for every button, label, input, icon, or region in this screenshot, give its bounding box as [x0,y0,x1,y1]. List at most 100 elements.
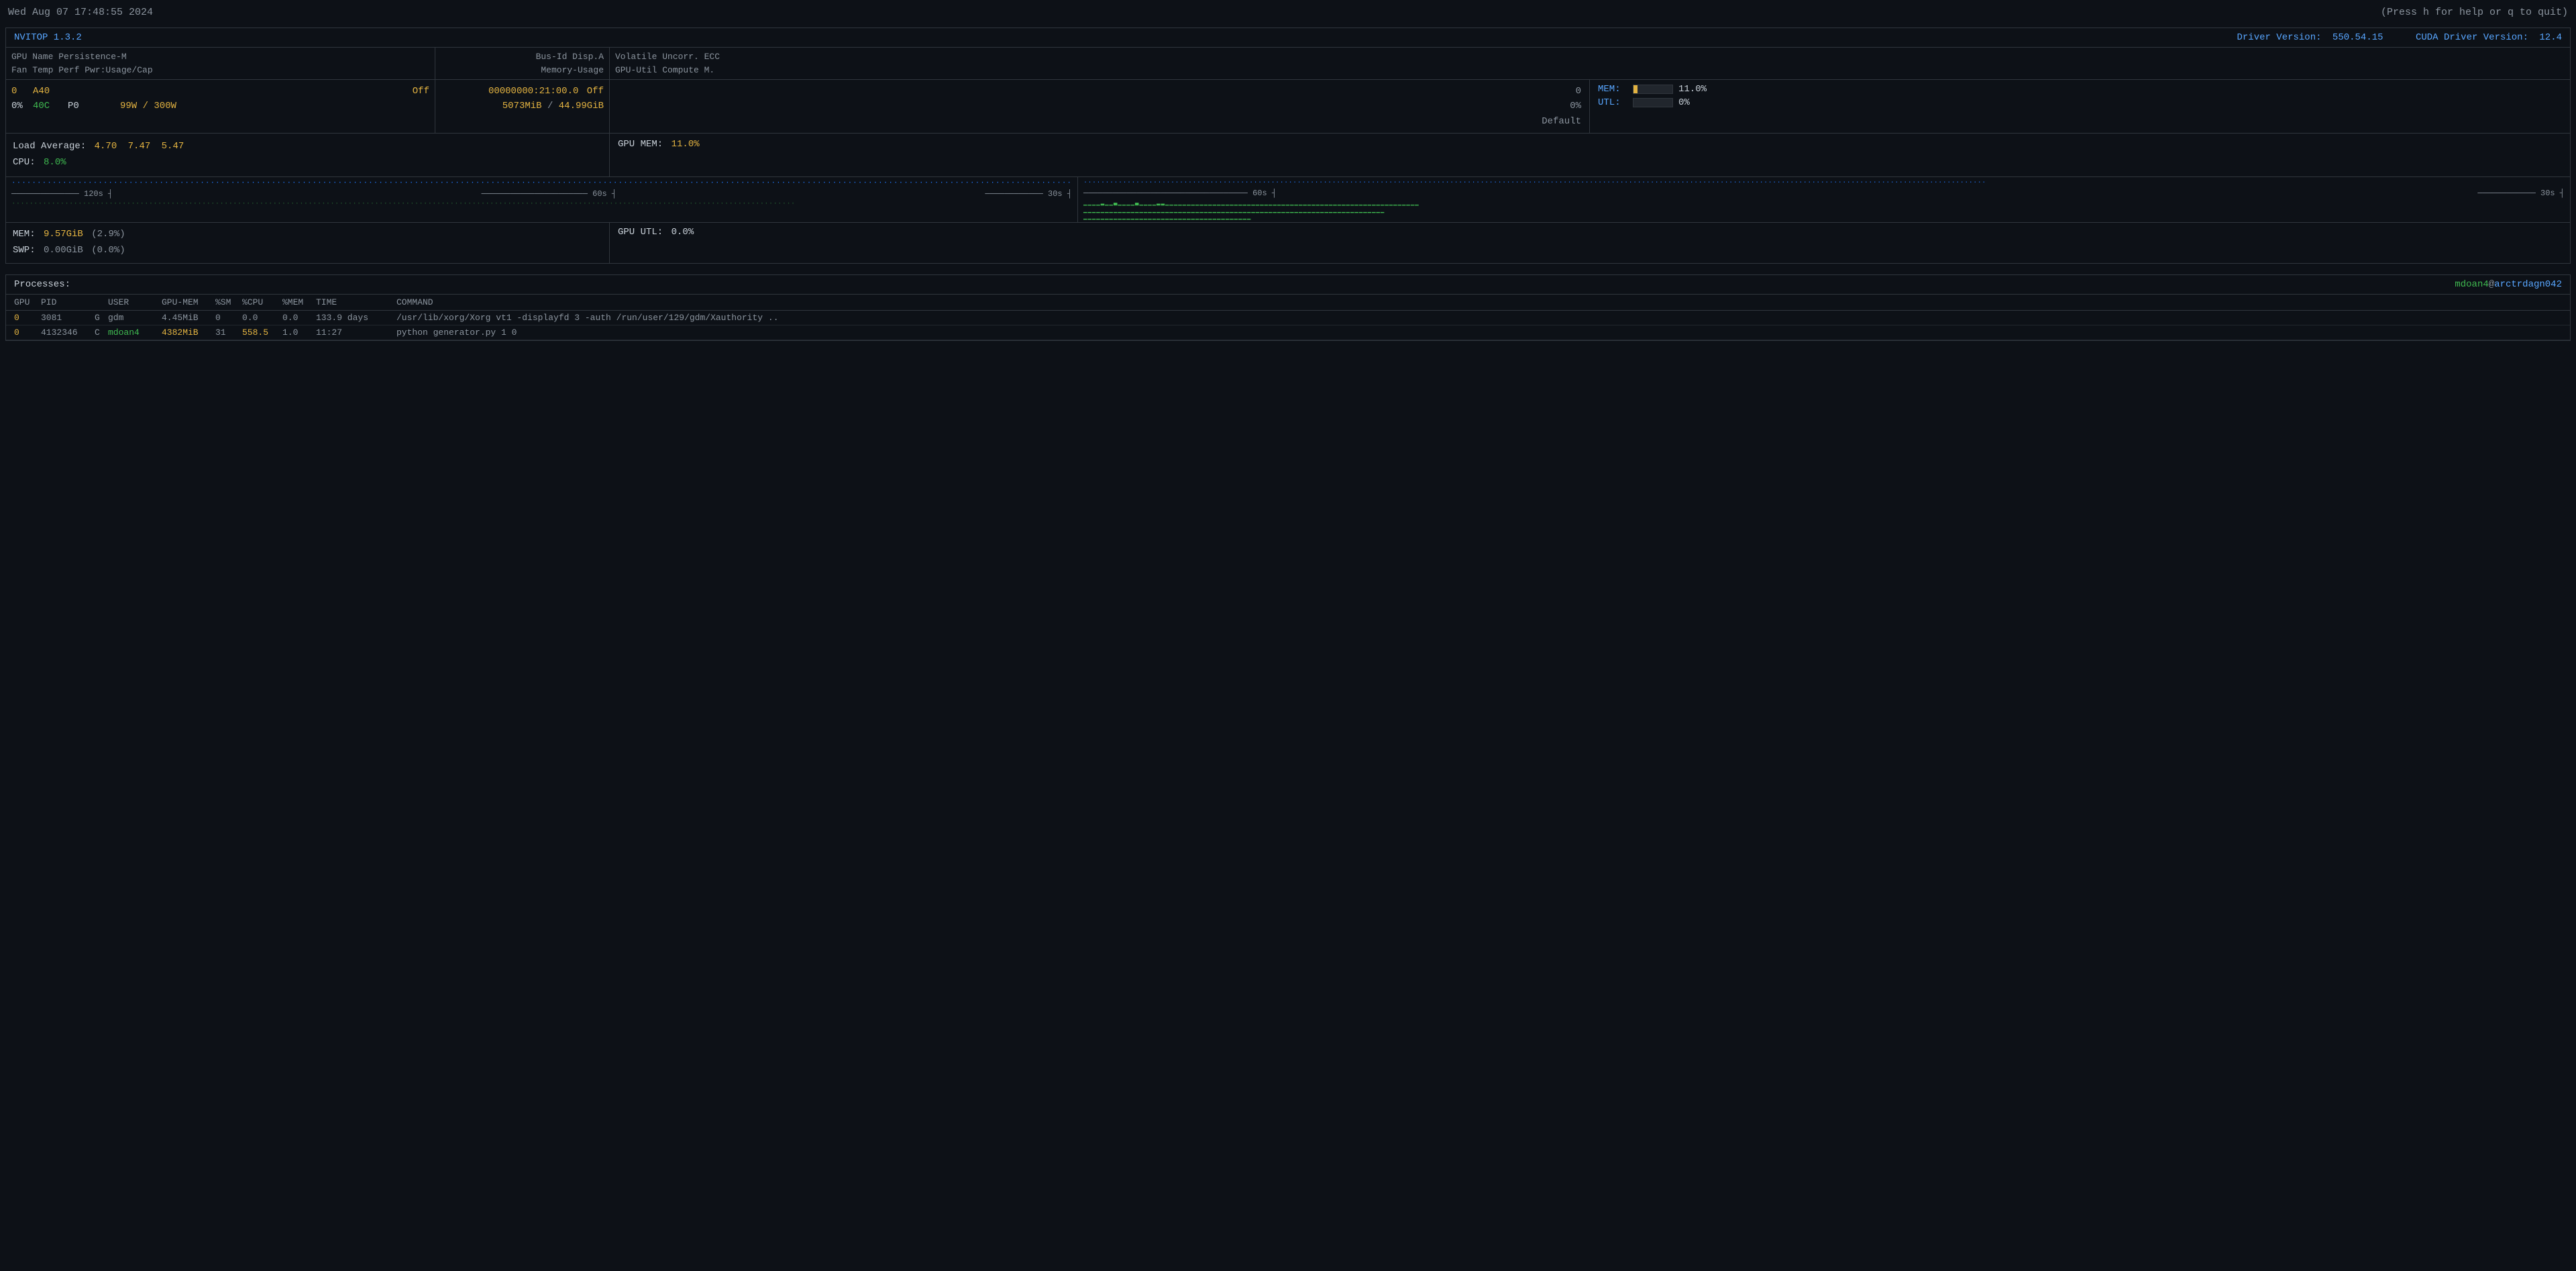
marker-30s-left: ──────────── 30s ┤ [985,189,1072,199]
processes-user: mdoan4@arctrdagn042 [2455,279,2562,290]
col-user: USER [108,297,162,307]
marker-120s: ────────────── 120s ┤ [11,189,113,199]
proc-gpu-0: 0 [14,313,41,323]
col-mem: %MEM [282,297,316,307]
user-at: @ [2489,279,2494,290]
proc-type-1: C [95,327,108,338]
col-sm: %SM [215,297,242,307]
gpu-bus-id: 00000000:21:00.0 [488,86,578,97]
gpu-data-left: 0 A40 Off 0% 40C P0 99W / 300W [6,80,435,133]
gpu-id: 0 [11,84,25,99]
proc-pid-1: 4132346 [41,327,95,338]
proc-time-0: 133.9 days [316,313,396,323]
gpu-compute-mode: Default [618,114,1581,129]
gpu-data-mid: 00000000:21:00.0 Off 5073MiB / 44.99GiB [435,80,610,133]
cpu-dashed-line: ········································… [6,199,1077,209]
gpu-mem-total: 44.99GiB [559,101,604,111]
gpu-volatile-ecc: 0 [618,84,1581,99]
col-gpu: GPU [14,297,41,307]
col-time: TIME [316,297,396,307]
app-container: Wed Aug 07 17:48:55 2024 (Press h for he… [5,5,2571,341]
proc-sm-1: 31 [215,327,242,338]
graph-section: ········································… [6,177,2570,223]
gpu-pwr: 99W / 300W [96,99,176,113]
system-stats-section: Load Average: 4.70 7.47 5.47 CPU: 8.0% G… [6,134,2570,177]
gpu-util: 0% [618,99,1581,113]
cpu-line: CPU: 8.0% [13,155,602,171]
user-host: arctrdagn042 [2494,279,2562,290]
mem-swap-right: GPU UTL: 0.0% [610,223,2570,263]
mem-bar [1633,85,1673,94]
proc-cmd-0: /usr/lib/xorg/Xorg vt1 -displayfd 3 -aut… [396,313,2562,323]
processes-header: Processes: mdoan4@arctrdagn042 [6,275,2570,295]
proc-gpu-1: 0 [14,327,41,338]
timeline-markers-right: ────────────────────────────────── 60s ┤… [1078,189,2570,198]
gpu-mem-utl-display: MEM: 11.0% UTL: 0% [1590,80,2570,133]
mem-swap-section: MEM: 9.57GiB (2.9%) SWP: 0.00GiB (0.0%) … [6,223,2570,263]
proc-user-1: mdoan4 [108,327,162,338]
gpu-utl-line: GPU UTL: 0.0% [618,227,2562,238]
process-row-0: 0 3081 G gdm 4.45MiB 0 0.0 0.0 133.9 day… [6,311,2570,325]
timeline-markers-left: ────────────── 120s ┤ ──────────────────… [6,189,1077,199]
proc-sm-0: 0 [215,313,242,323]
col-cpu: %CPU [242,297,282,307]
nvitop-version: NVITOP 1.3.2 [14,32,82,43]
gpu-panel: NVITOP 1.3.2 Driver Version: 550.54.15 C… [5,28,2571,264]
gpu-mem-graph: ········································… [1078,177,2570,189]
gpu-mem-used: 5073MiB [502,101,542,111]
gpu-utl-graph: ▁▁▁▁▂▁▁▃▁▁▁▁▃▁▁▁▁▂▂▁▁▁▁▁▁▁▁▁▁▁▁▁▁▁▁▁▁▁▁▁… [1078,198,2570,222]
proc-cmd-1: python generator.py 1 0 [396,327,2562,338]
processes-panel: Processes: mdoan4@arctrdagn042 GPU PID U… [5,274,2571,341]
gpu-mem-line: GPU MEM: 11.0% [618,139,2562,150]
utl-bar [1633,98,1673,107]
proc-cpu-1: 558.5 [242,327,282,338]
user-name: mdoan4 [2455,279,2488,290]
proc-pid-0: 3081 [41,313,95,323]
proc-mem-1: 1.0 [282,327,316,338]
proc-gmem-0: 4.45MiB [162,313,215,323]
sys-left: Load Average: 4.70 7.47 5.47 CPU: 8.0% [6,134,610,176]
col-cmd: COMMAND [396,297,2562,307]
col-header-right: Volatile Uncorr. ECC GPU-Util Compute M. [610,48,2570,79]
utl-display-row: UTL: 0% [1598,96,2562,109]
col-header-mid: Bus-Id Disp.A Memory-Usage [435,48,610,79]
col-header-left: GPU Name Persistence-M Fan Temp Perf Pwr… [6,48,435,79]
mem-percent: 11.0% [1678,84,1707,95]
processes-columns: GPU PID USER GPU-MEM %SM %CPU %MEM TIME … [6,295,2570,311]
gpu-persistence: Off [349,84,429,99]
column-headers: GPU Name Persistence-M Fan Temp Perf Pwr… [6,48,2570,80]
cpu-graph-dots: ········································… [6,177,1077,189]
proc-user-0: gdm [108,313,162,323]
help-hint: (Press h for help or q to quit) [2381,7,2568,18]
gpu-data-row: 0 A40 Off 0% 40C P0 99W / 300W [6,80,2570,134]
gpu-disp-a: Off [587,86,604,97]
mem-line: MEM: 9.57GiB (2.9%) [13,227,602,243]
header-bar: Wed Aug 07 17:48:55 2024 (Press h for he… [5,5,2571,19]
proc-gmem-1: 4382MiB [162,327,215,338]
datetime: Wed Aug 07 17:48:55 2024 [8,7,153,18]
info-bar: NVITOP 1.3.2 Driver Version: 550.54.15 C… [6,28,2570,48]
mem-bar-fill [1633,85,1638,93]
proc-mem-0: 0.0 [282,313,316,323]
sys-right: GPU MEM: 11.0% [610,134,2570,176]
col-pid: PID [41,297,95,307]
utl-percent: 0% [1678,97,1690,108]
mem-swap-left: MEM: 9.57GiB (2.9%) SWP: 0.00GiB (0.0%) [6,223,610,263]
processes-title: Processes: [14,279,70,290]
col-gmem: GPU-MEM [162,297,215,307]
proc-time-1: 11:27 [316,327,396,338]
marker-r-60s: ────────────────────────────────── 60s ┤ [1083,189,1277,198]
graph-left: ········································… [6,177,1078,222]
gpu-temp: 40C [33,99,60,113]
gpu-perf: P0 [68,99,88,113]
marker-60s: ────────────────────── 60s ┤ [482,189,617,199]
mem-display-row: MEM: 11.0% [1598,83,2562,96]
marker-r-30s: ──────────── 30s ┤ [2477,189,2565,198]
graph-right: ········································… [1078,177,2570,222]
col-type [95,297,108,307]
process-row-1: 0 4132346 C mdoan4 4382MiB 31 558.5 1.0 … [6,325,2570,340]
gpu-name: A40 [33,84,341,99]
proc-type-0: G [95,313,108,323]
load-avg-line: Load Average: 4.70 7.47 5.47 [13,139,602,155]
swp-line: SWP: 0.00GiB (0.0%) [13,243,602,259]
